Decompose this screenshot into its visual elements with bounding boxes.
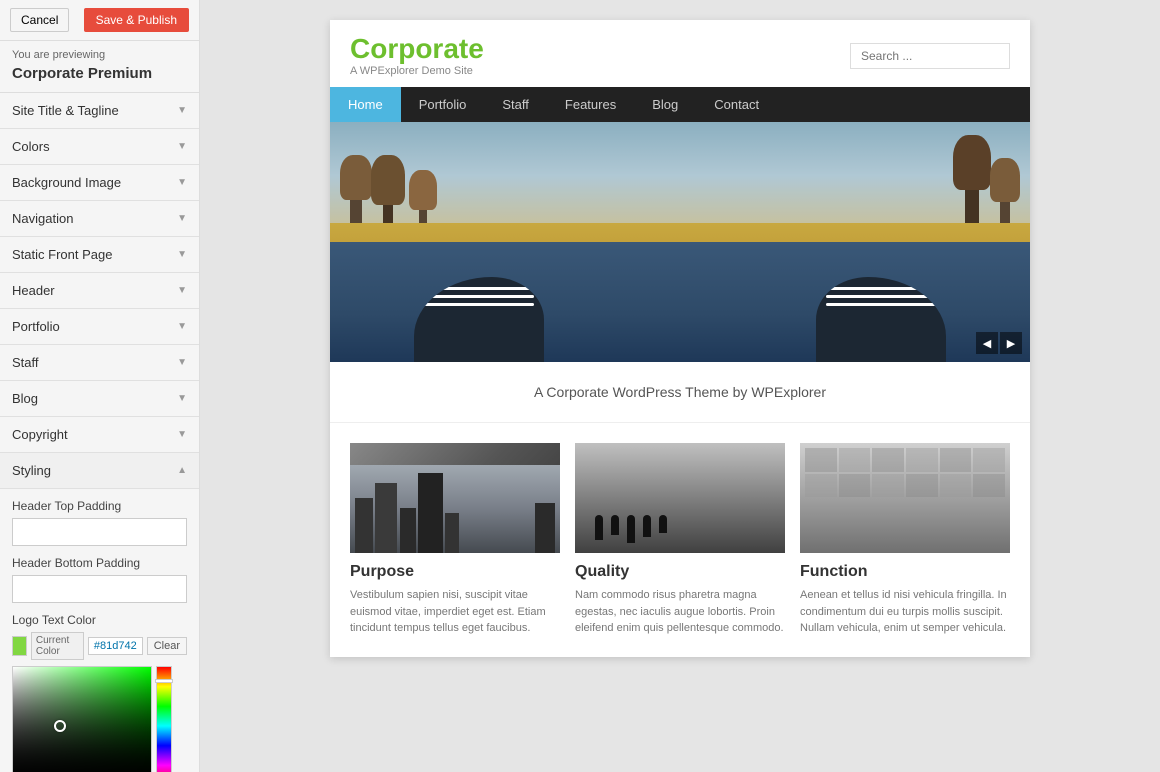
color-gradient-canvas[interactable]: [12, 666, 152, 772]
jeans-layer: [330, 242, 1030, 362]
sidebar-item-label: Site Title & Tagline: [12, 103, 119, 118]
site-navigation: Home Portfolio Staff Features Blog Conta…: [330, 87, 1030, 122]
chevron-down-icon: ▼: [177, 393, 187, 404]
prev-slide-button[interactable]: ◀: [976, 332, 998, 354]
features-section: Purpose Vestibulum sapien nisi, suscipit…: [330, 423, 1030, 657]
chevron-down-icon: ▼: [177, 105, 187, 116]
right-sneaker: [816, 277, 946, 362]
color-picker-dot[interactable]: [54, 720, 66, 732]
sidebar-item-label: Blog: [12, 391, 38, 406]
sidebar-item-label: Background Image: [12, 175, 121, 190]
left-sneaker: [414, 277, 544, 362]
slider-nav: ◀ ▶: [976, 332, 1022, 354]
quality-image: [575, 443, 785, 553]
hero-image: ◀ ▶: [330, 122, 1030, 362]
function-title: Function: [800, 563, 1010, 581]
header-top-padding-input[interactable]: [12, 518, 187, 546]
styling-panel: Header Top Padding Header Bottom Padding…: [0, 489, 199, 772]
cancel-button[interactable]: Cancel: [10, 8, 69, 32]
site-tagline: A WPExplorer Demo Site: [350, 65, 484, 77]
next-slide-button[interactable]: ▶: [1000, 332, 1022, 354]
site-name: Corporate: [350, 35, 484, 63]
sidebar-item-styling[interactable]: Styling ▲: [0, 453, 199, 489]
purpose-image: [350, 443, 560, 553]
clear-color-button[interactable]: Clear: [147, 637, 187, 655]
feature-function: Function Aenean et tellus id nisi vehicu…: [800, 443, 1010, 637]
search-input[interactable]: [850, 43, 1010, 69]
hue-indicator: [155, 679, 173, 683]
chevron-down-icon: ▼: [177, 141, 187, 152]
quality-text: Nam commodo risus pharetra magna egestas…: [575, 587, 785, 637]
sidebar-item-label: Navigation: [12, 211, 73, 226]
sidebar-item-label: Static Front Page: [12, 247, 112, 262]
previewing-label: You are previewing: [0, 41, 199, 63]
sidebar-item-label: Staff: [12, 355, 39, 370]
sidebar-item-portfolio[interactable]: Portfolio ▼: [0, 309, 199, 345]
site-logo: Corporate A WPExplorer Demo Site: [350, 35, 484, 77]
sidebar-item-label: Header: [12, 283, 55, 298]
sidebar-item-label: Copyright: [12, 427, 68, 442]
sidebar-item-label: Colors: [12, 139, 50, 154]
chevron-up-icon: ▲: [177, 465, 187, 476]
nav-item-contact[interactable]: Contact: [696, 87, 777, 122]
trees-layer: [330, 170, 1030, 230]
site-preview: Corporate A WPExplorer Demo Site Home Po…: [330, 20, 1030, 657]
customizer-sidebar: Cancel Save & Publish You are previewing…: [0, 0, 200, 772]
chevron-down-icon: ▼: [177, 321, 187, 332]
top-bar: Cancel Save & Publish: [0, 0, 199, 41]
function-image: [800, 443, 1010, 553]
hue-bar[interactable]: [156, 666, 172, 772]
tagline-text: A Corporate WordPress Theme by WPExplore…: [352, 384, 1008, 400]
chevron-down-icon: ▼: [177, 213, 187, 224]
logo-color-row: Current Color #81d742 Clear: [12, 632, 187, 660]
chevron-down-icon: ▼: [177, 285, 187, 296]
nav-item-home[interactable]: Home: [330, 87, 401, 122]
save-publish-button[interactable]: Save & Publish: [84, 8, 189, 32]
color-picker: [12, 666, 187, 772]
sidebar-item-background-image[interactable]: Background Image ▼: [0, 165, 199, 201]
sidebar-item-label: Styling: [12, 463, 51, 478]
logo-color-swatch[interactable]: [12, 636, 27, 656]
sidebar-item-blog[interactable]: Blog ▼: [0, 381, 199, 417]
tree-4: [965, 170, 979, 230]
sidebar-item-navigation[interactable]: Navigation ▼: [0, 201, 199, 237]
sidebar-item-label: Portfolio: [12, 319, 60, 334]
sidebar-item-colors[interactable]: Colors ▼: [0, 129, 199, 165]
chevron-down-icon: ▼: [177, 177, 187, 188]
sidebar-item-header[interactable]: Header ▼: [0, 273, 199, 309]
nav-item-staff[interactable]: Staff: [484, 87, 547, 122]
preview-panel: Corporate A WPExplorer Demo Site Home Po…: [200, 0, 1160, 772]
site-header: Corporate A WPExplorer Demo Site: [330, 20, 1030, 87]
function-text: Aenean et tellus id nisi vehicula fringi…: [800, 587, 1010, 637]
quality-title: Quality: [575, 563, 785, 581]
feature-purpose: Purpose Vestibulum sapien nisi, suscipit…: [350, 443, 560, 637]
logo-text-color-label: Logo Text Color: [12, 613, 187, 627]
nav-item-blog[interactable]: Blog: [634, 87, 696, 122]
header-top-padding-label: Header Top Padding: [12, 499, 187, 513]
sidebar-menu: Site Title & Tagline ▼ Colors ▼ Backgrou…: [0, 93, 199, 489]
sidebar-item-static-front-page[interactable]: Static Front Page ▼: [0, 237, 199, 273]
tagline-section: A Corporate WordPress Theme by WPExplore…: [330, 362, 1030, 423]
sidebar-item-copyright[interactable]: Copyright ▼: [0, 417, 199, 453]
purpose-title: Purpose: [350, 563, 560, 581]
purpose-text: Vestibulum sapien nisi, suscipit vitae e…: [350, 587, 560, 637]
chevron-down-icon: ▼: [177, 357, 187, 368]
nav-item-features[interactable]: Features: [547, 87, 634, 122]
header-bottom-padding-input[interactable]: [12, 575, 187, 603]
nav-item-portfolio[interactable]: Portfolio: [401, 87, 485, 122]
current-color-label: Current Color: [31, 632, 84, 660]
sidebar-item-staff[interactable]: Staff ▼: [0, 345, 199, 381]
chevron-down-icon: ▼: [177, 429, 187, 440]
feature-quality: Quality Nam commodo risus pharetra magna…: [575, 443, 785, 637]
sidebar-item-site-title-tagline[interactable]: Site Title & Tagline ▼: [0, 93, 199, 129]
header-bottom-padding-label: Header Bottom Padding: [12, 556, 187, 570]
chevron-down-icon: ▼: [177, 249, 187, 260]
color-hex-value[interactable]: #81d742: [88, 637, 143, 655]
theme-name: Corporate Premium: [0, 63, 199, 93]
